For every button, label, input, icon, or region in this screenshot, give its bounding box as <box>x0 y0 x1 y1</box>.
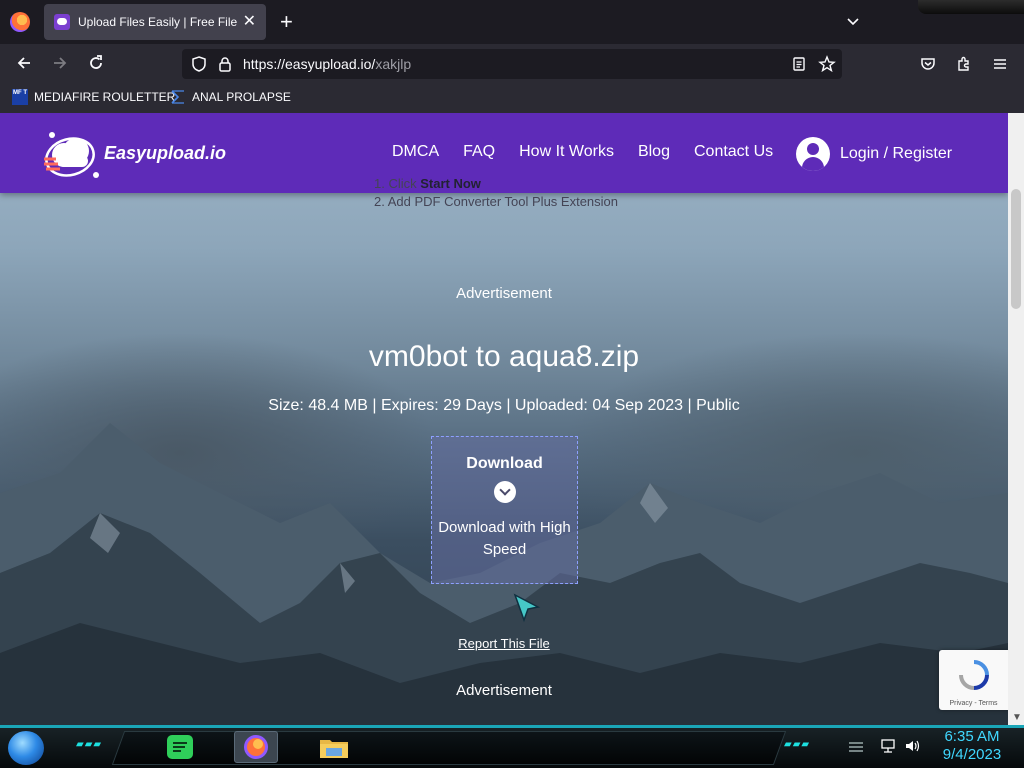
user-icon <box>796 137 830 171</box>
taskbar-notes-app[interactable] <box>158 731 202 763</box>
scroll-down-icon[interactable]: ▼ <box>1012 712 1022 723</box>
volume-icon[interactable] <box>904 739 920 753</box>
file-name-title: vm0bot to aqua8.zip <box>368 340 640 373</box>
advertisement-label-bottom: Advertisement <box>456 682 552 699</box>
start-orb-icon[interactable] <box>8 731 44 765</box>
arrow-right-icon <box>54 57 67 69</box>
firefox-icon[interactable] <box>10 12 30 32</box>
url-text: https://easyupload.io/xakjlp <box>243 56 411 72</box>
forward-button[interactable] <box>50 54 70 74</box>
page-viewport: Easyupload.io DMCA FAQ How It Works Blog… <box>0 113 1008 725</box>
tab-strip: Upload Files Easily | Free File Upload ✕… <box>0 0 1024 44</box>
hamburger-menu-icon[interactable] <box>991 55 1009 73</box>
chevron-down-icon[interactable] <box>846 14 860 28</box>
report-file-link[interactable]: Report This File <box>0 636 1008 651</box>
recaptcha-terms[interactable]: Privacy - Terms <box>939 700 1008 707</box>
main-menu: DMCA FAQ How It Works Blog Contact Us <box>392 143 797 161</box>
ad-peek-text: 1. Click Start Now 2. Add PDF Converter … <box>374 176 618 211</box>
site-logo[interactable]: Easyupload.io <box>40 125 226 181</box>
extensions-icon[interactable] <box>955 55 973 73</box>
network-icon[interactable] <box>880 739 896 753</box>
clock-time: 6:35 AM <box>944 728 1000 745</box>
taskbar: ▰▰▰ ▰▰▰ 6:35 AM 9/4/2023 <box>0 725 1024 768</box>
back-button[interactable] <box>14 54 34 74</box>
notes-app-icon <box>167 735 193 759</box>
mouse-cursor-icon <box>513 593 541 623</box>
url-path: xakjlp <box>375 56 412 72</box>
pocket-icon[interactable] <box>919 55 937 73</box>
address-bar[interactable]: https://easyupload.io/xakjlp <box>182 49 842 79</box>
recaptcha-badge[interactable]: Privacy - Terms <box>939 650 1008 710</box>
ad-line1-bold: Start Now <box>420 176 481 191</box>
show-desktop-icon[interactable] <box>848 739 864 753</box>
login-label: Login / Register <box>840 145 953 162</box>
taskbar-decoration-icon: ▰▰▰ <box>784 739 811 750</box>
reload-button[interactable] <box>86 54 106 74</box>
bookmark-mediafire[interactable]: MF T MEDIAFIRE ROULETTER <box>12 89 175 105</box>
window-frame-decoration <box>918 0 1024 14</box>
bookmark-sigma-icon <box>171 90 184 104</box>
tab-title: Upload Files Easily | Free File Upload <box>78 15 237 29</box>
menu-item-blog[interactable]: Blog <box>638 143 670 161</box>
arrow-left-icon <box>17 57 30 69</box>
menu-item-faq[interactable]: FAQ <box>463 143 495 161</box>
bookmark-second[interactable]: ANAL PROLAPSE <box>170 89 291 105</box>
system-clock[interactable]: 6:35 AM 9/4/2023 <box>936 728 1008 764</box>
reload-icon <box>90 55 102 69</box>
login-register-link[interactable]: Login / Register <box>796 137 952 171</box>
advertisement-label-top: Advertisement <box>456 285 552 302</box>
logo-text: Easyupload.io <box>104 142 227 163</box>
close-icon[interactable]: ✕ <box>243 14 256 30</box>
download-chevron-icon <box>493 481 516 503</box>
cloud-logo-icon <box>44 132 99 178</box>
menu-item-how-it-works[interactable]: How It Works <box>519 143 614 161</box>
taskbar-accent-line <box>0 725 1024 728</box>
download-button[interactable]: Download Download with High Speed <box>431 436 578 584</box>
bookmark-star-icon[interactable] <box>818 55 836 73</box>
menu-item-contact-us[interactable]: Contact Us <box>694 143 773 161</box>
menu-item-dmca[interactable]: DMCA <box>392 143 439 161</box>
clock-date: 9/4/2023 <box>942 746 1002 763</box>
bookmarks-toolbar: MF T MEDIAFIRE ROULETTER ANAL PROLAPSE <box>0 84 1024 113</box>
bookmark-label: ANAL PROLAPSE <box>192 90 291 104</box>
lock-icon[interactable] <box>216 55 234 73</box>
bookmark-label: MEDIAFIRE ROULETTER <box>34 90 176 104</box>
firefox-icon <box>244 735 268 759</box>
scrollbar-thumb[interactable] <box>1011 189 1021 309</box>
navigation-toolbar: https://easyupload.io/xakjlp <box>0 44 1024 84</box>
download-title: Download <box>466 455 543 472</box>
reader-view-icon[interactable] <box>790 55 808 73</box>
shield-icon[interactable] <box>190 55 208 73</box>
tab-active[interactable]: Upload Files Easily | Free File Upload ✕ <box>44 4 266 40</box>
file-meta-info: Size: 48.4 MB | Expires: 29 Days | Uploa… <box>268 397 740 414</box>
taskbar-firefox[interactable] <box>234 731 278 763</box>
ad-line2: 2. Add PDF Converter Tool Plus Extension <box>374 194 618 209</box>
taskbar-decoration-icon: ▰▰▰ <box>76 739 103 750</box>
download-subtitle: Download with High Speed <box>438 519 571 558</box>
mft-icon: MF T <box>12 89 28 105</box>
taskbar-panel <box>111 731 787 765</box>
url-host: https://easyupload.io/ <box>243 56 376 72</box>
file-explorer-icon <box>320 740 348 758</box>
vertical-scrollbar[interactable]: ▼ <box>1008 113 1024 725</box>
ad-line1-prefix: 1. Click <box>374 176 421 191</box>
new-tab-button[interactable]: + <box>280 10 293 34</box>
recaptcha-icon <box>958 660 989 690</box>
easyupload-favicon-icon <box>54 14 70 30</box>
taskbar-file-explorer[interactable] <box>312 731 356 763</box>
